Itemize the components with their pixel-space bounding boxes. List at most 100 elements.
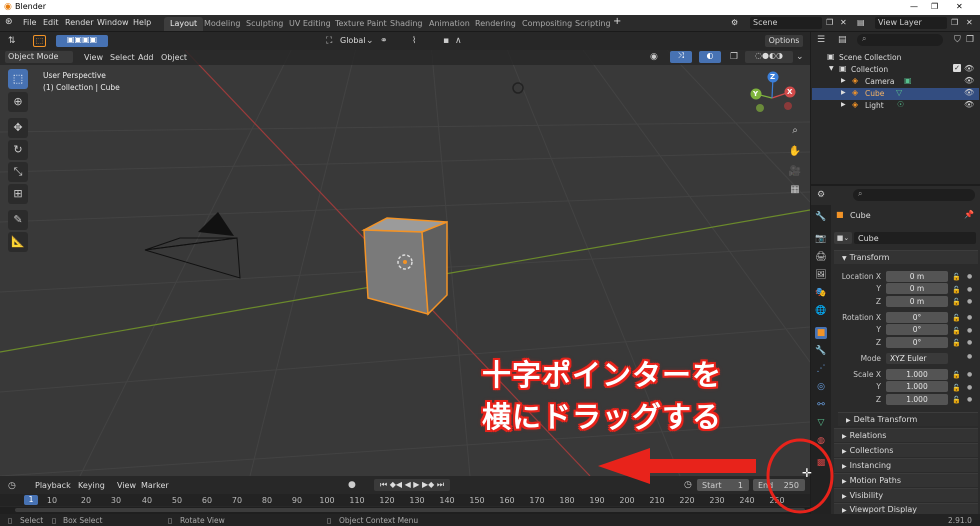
- timeline-editor-icon[interactable]: ◷: [8, 481, 16, 491]
- rotation-x-field[interactable]: 0°: [886, 312, 948, 323]
- overlay-toggle-icon[interactable]: ◐: [699, 51, 721, 63]
- tool-cursor[interactable]: ⊕: [8, 92, 28, 112]
- eye-icon[interactable]: 👁: [964, 100, 974, 109]
- menu-help[interactable]: Help: [133, 18, 151, 27]
- location-z-field[interactable]: 0 m: [886, 296, 948, 307]
- object-tab-icon[interactable]: ■: [815, 327, 827, 339]
- close-icon[interactable]: ✕: [956, 2, 963, 11]
- blender-menu-icon[interactable]: ⊛: [5, 17, 13, 27]
- xray-icon[interactable]: ❐: [730, 52, 738, 62]
- viewport-menu-add[interactable]: Add: [138, 53, 154, 62]
- new-collection-icon[interactable]: ❐: [966, 35, 974, 45]
- scale-x-field[interactable]: 1.000: [886, 369, 948, 380]
- outliner-type-icon[interactable]: ☰: [817, 35, 825, 45]
- selection-mode-icons[interactable]: ▣▣▣▣: [56, 35, 108, 47]
- maximize-icon[interactable]: ❐: [931, 2, 938, 11]
- shading-options-icon[interactable]: ⌄: [796, 52, 804, 62]
- add-workspace-button[interactable]: +: [613, 16, 621, 27]
- timeline-scrollbar[interactable]: [15, 508, 805, 512]
- delete-view-layer-icon[interactable]: ✕: [966, 18, 973, 27]
- falloff-icon[interactable]: ∧: [455, 36, 462, 46]
- render-tab-icon[interactable]: 📷: [815, 233, 827, 245]
- display-mode-icon[interactable]: ▤: [838, 35, 847, 45]
- lock-icon[interactable]: 🔓 🔓 🔓: [952, 369, 961, 407]
- view-layer-selector[interactable]: View Layer: [875, 17, 947, 29]
- tool-move[interactable]: ✥: [8, 118, 28, 138]
- menu-render[interactable]: Render: [65, 18, 93, 27]
- tool-transform[interactable]: ⊞: [8, 184, 28, 204]
- scale-z-field[interactable]: 1.000: [886, 394, 948, 405]
- expand-icon[interactable]: ▶: [841, 89, 846, 96]
- collections-section[interactable]: ▶ Collections: [834, 443, 978, 457]
- viewport-menu-object[interactable]: Object: [161, 53, 187, 62]
- camera-view-icon[interactable]: 🎥: [786, 163, 804, 181]
- keyframe-dot-icon[interactable]: ● ● ●: [967, 271, 972, 309]
- timeline-menu-marker[interactable]: Marker: [141, 481, 169, 490]
- motion-paths-section[interactable]: ▶ Motion Paths: [834, 473, 978, 487]
- lock-icon[interactable]: 🔓 🔓 🔓: [952, 271, 961, 309]
- delta-transform-section[interactable]: ▶ Delta Transform: [838, 412, 978, 426]
- modifier-tab-icon[interactable]: 🔧: [815, 345, 827, 357]
- world-tab-icon[interactable]: 🌐: [815, 305, 827, 317]
- keyframe-dot-icon[interactable]: ●: [967, 353, 972, 360]
- tool-tab-icon[interactable]: 🔧: [815, 211, 827, 223]
- constraints-tab-icon[interactable]: ⚯: [815, 399, 827, 411]
- perspective-grid-icon[interactable]: ▦: [786, 181, 804, 199]
- pin-icon[interactable]: 📌: [964, 210, 974, 219]
- viewport-display-section[interactable]: ▶ Viewport Display: [834, 503, 978, 514]
- scene-tab-icon[interactable]: 🎭: [815, 287, 827, 299]
- tool-annotate[interactable]: ✎: [8, 210, 28, 230]
- timeline-menu-view[interactable]: View: [117, 481, 136, 490]
- outliner-collection[interactable]: ▼ ▣ Collection ✓ 👁: [812, 64, 979, 76]
- gizmo-z-label[interactable]: Z: [770, 73, 775, 81]
- visibility-icon[interactable]: ◉: [650, 52, 658, 62]
- tab-rendering[interactable]: Rendering: [469, 17, 522, 31]
- chevron-down-icon[interactable]: ⌄: [366, 36, 374, 46]
- physics-tab-icon[interactable]: ◎: [815, 381, 827, 393]
- pivot-point-icon[interactable]: ⚭: [380, 36, 388, 46]
- instancing-section[interactable]: ▶ Instancing: [834, 458, 978, 472]
- menu-window[interactable]: Window: [97, 18, 129, 27]
- tool-measure[interactable]: 📐: [8, 232, 28, 252]
- outliner-item-light[interactable]: ▶ ◈ Light ☉ 👁: [812, 100, 979, 112]
- viewport-menu-view[interactable]: View: [84, 53, 103, 62]
- exclude-checkbox[interactable]: ✓: [953, 64, 961, 72]
- playback-controls-icon[interactable]: ⏮ ◆◀ ◀ ▶ ▶◆ ⏭: [374, 479, 450, 491]
- outliner-search-icon[interactable]: ⌕: [857, 34, 943, 46]
- new-view-layer-icon[interactable]: ❐: [951, 18, 958, 27]
- menu-edit[interactable]: Edit: [43, 18, 59, 27]
- expand-icon[interactable]: ▶: [841, 101, 846, 108]
- transform-orientation[interactable]: Global: [340, 36, 366, 45]
- proportional-edit-icon[interactable]: ▪: [443, 36, 449, 46]
- rotation-y-field[interactable]: 0°: [886, 324, 948, 335]
- output-tab-icon[interactable]: 🖨: [815, 251, 827, 263]
- outliner-scene-collection[interactable]: ▣ Scene Collection: [812, 52, 979, 64]
- object-browse-icon[interactable]: ■⌄: [834, 232, 852, 244]
- new-scene-icon[interactable]: ❐: [826, 18, 833, 27]
- relations-section[interactable]: ▶ Relations: [834, 428, 978, 442]
- tab-animation[interactable]: Animation: [423, 17, 476, 31]
- snap-icon[interactable]: ⌇: [412, 36, 416, 46]
- view-layer-tab-icon[interactable]: 🖼: [815, 269, 827, 281]
- properties-search-icon[interactable]: ⌕: [853, 189, 975, 201]
- gizmo-toggle-icon[interactable]: ⤨: [670, 51, 692, 63]
- tool-select-box[interactable]: ⬚: [8, 69, 28, 89]
- rotation-z-field[interactable]: 0°: [886, 337, 948, 348]
- scale-y-field[interactable]: 1.000: [886, 381, 948, 392]
- gizmo-x-label[interactable]: X: [787, 88, 792, 96]
- select-tool-icon[interactable]: ⬚: [33, 35, 46, 47]
- gizmo-y-label[interactable]: Y: [753, 90, 758, 98]
- particles-tab-icon[interactable]: ⋰: [815, 363, 827, 375]
- shading-mode-icons[interactable]: ◌●◐◑: [745, 51, 793, 63]
- eye-icon[interactable]: 👁: [964, 64, 974, 73]
- tab-shading[interactable]: Shading: [384, 17, 429, 31]
- outliner-item-cube[interactable]: ▶ ◈ Cube ▽ 👁: [812, 88, 979, 100]
- editor-type-icon[interactable]: ⇅: [8, 36, 16, 46]
- location-x-field[interactable]: 0 m: [886, 271, 948, 282]
- viewport-menu-select[interactable]: Select: [110, 53, 135, 62]
- properties-type-icon[interactable]: ⚙: [817, 190, 825, 200]
- expand-icon[interactable]: ▼: [829, 65, 834, 72]
- delete-scene-icon[interactable]: ✕: [840, 18, 847, 27]
- location-y-field[interactable]: 0 m: [886, 283, 948, 294]
- transform-section-header[interactable]: ▼ Transform: [834, 250, 978, 264]
